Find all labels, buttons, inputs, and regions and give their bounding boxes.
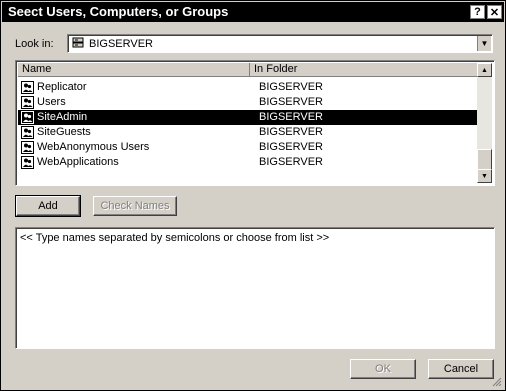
list-item-folder: BIGSERVER	[259, 96, 323, 108]
group-icon	[21, 96, 34, 109]
group-icon	[21, 126, 34, 139]
add-button[interactable]: Add	[15, 195, 81, 217]
group-icon	[21, 141, 34, 154]
server-icon	[72, 37, 84, 48]
list-item-folder: BIGSERVER	[259, 111, 323, 123]
scroll-down-icon[interactable]: ▼	[477, 169, 492, 183]
list-item-name: SiteAdmin	[37, 111, 88, 123]
users-list[interactable]: Name In Folder Replicator BIGSERVER Users B…	[15, 60, 495, 186]
list-item-folder: BIGSERVER	[259, 126, 323, 138]
cancel-button[interactable]: Cancel	[428, 359, 494, 379]
help-button[interactable]: ?	[470, 5, 485, 19]
list-item[interactable]: WebApplications BIGSERVER	[18, 155, 480, 170]
column-header-in-folder[interactable]: In Folder	[250, 63, 480, 77]
names-placeholder: << Type names separated by semicolons or…	[20, 232, 330, 244]
list-item[interactable]: SiteAdmin BIGSERVER	[18, 110, 480, 125]
list-item[interactable]: Users BIGSERVER	[18, 95, 480, 110]
list-item-name: Users	[37, 96, 66, 108]
list-item-name: WebApplications	[37, 156, 119, 168]
dialog-window: Seect Users, Computers, or Groups ? ✕ Lo…	[0, 0, 506, 391]
list-item[interactable]: SiteGuests BIGSERVER	[18, 125, 480, 140]
group-icon	[21, 156, 34, 169]
group-icon	[21, 111, 34, 124]
scroll-up-icon[interactable]: ▲	[477, 63, 492, 77]
close-button[interactable]: ✕	[487, 5, 502, 19]
group-icon	[21, 81, 34, 94]
look-in-value: BIGSERVER	[89, 38, 153, 50]
list-item-name: SiteGuests	[37, 126, 91, 138]
scroll-thumb[interactable]	[477, 149, 492, 171]
chevron-down-icon[interactable]: ▼	[477, 36, 491, 51]
vertical-scrollbar[interactable]: ▲ ▼	[477, 63, 492, 183]
ok-button[interactable]: OK	[350, 359, 416, 379]
list-item-folder: BIGSERVER	[259, 141, 323, 153]
list-item-name: WebAnonymous Users	[37, 141, 150, 153]
title-bar[interactable]: Seect Users, Computers, or Groups ? ✕	[2, 2, 504, 22]
list-item-folder: BIGSERVER	[259, 156, 323, 168]
look-in-dropdown[interactable]: BIGSERVER ▼	[67, 34, 493, 53]
names-input[interactable]: << Type names separated by semicolons or…	[15, 227, 495, 349]
look-in-label: Look in:	[15, 38, 54, 50]
column-header-name[interactable]: Name	[18, 63, 250, 77]
dialog-title: Seect Users, Computers, or Groups	[8, 4, 229, 19]
list-item-name: Replicator	[37, 81, 87, 93]
list-item[interactable]: Replicator BIGSERVER	[18, 80, 480, 95]
resize-grip-icon[interactable]	[490, 375, 502, 387]
check-names-button[interactable]: Check Names	[93, 196, 177, 216]
list-item-folder: BIGSERVER	[259, 81, 323, 93]
list-header: Name In Folder	[18, 63, 480, 77]
list-item[interactable]: WebAnonymous Users BIGSERVER	[18, 140, 480, 155]
